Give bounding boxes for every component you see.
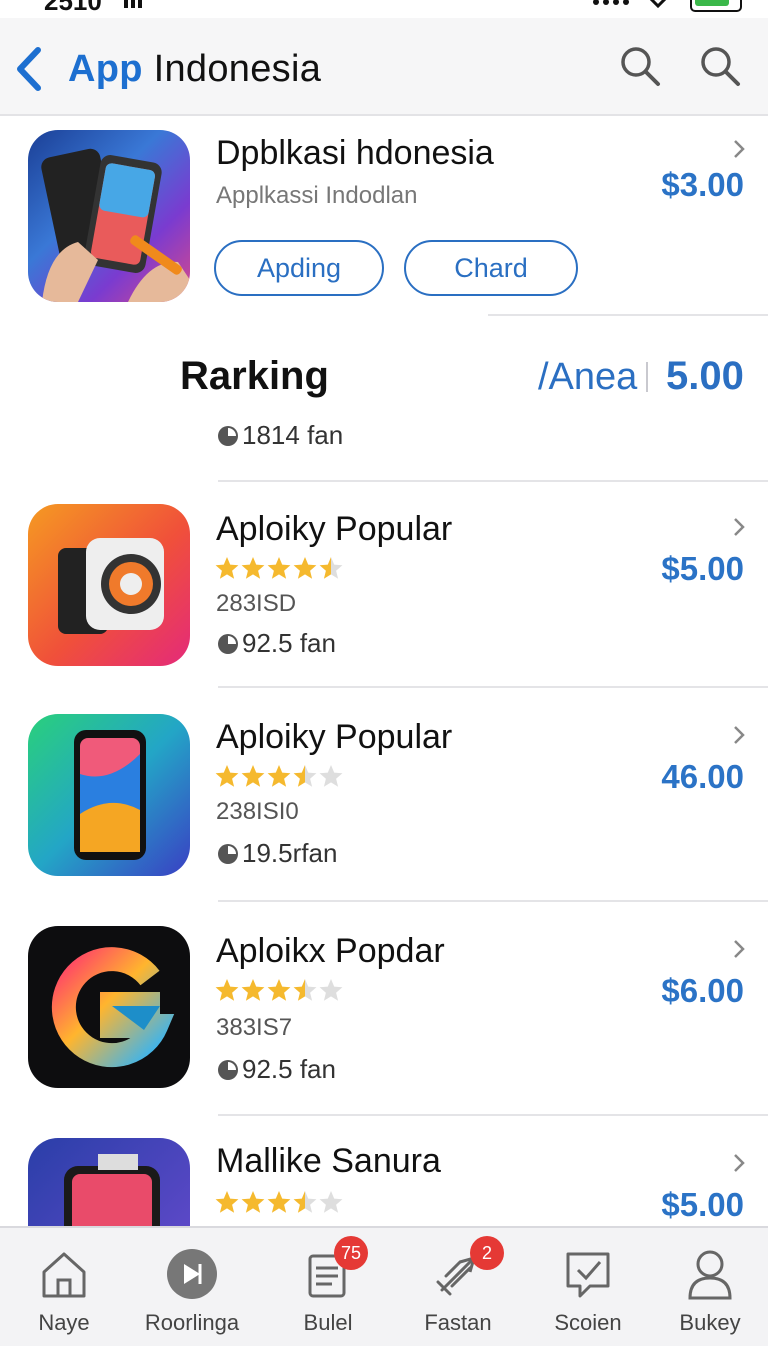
tab-bukey[interactable]: Bukey [646,1228,768,1346]
app-fans-text: 19.5rfan [242,838,338,868]
star-icon [319,979,343,1001]
ranking-area-link[interactable]: /Anea [538,356,637,399]
tab-label: Bukey [679,1310,741,1335]
chevron-right-icon [734,518,745,536]
star-icon [241,979,265,1001]
bottom-tab-bar: Naye Roorlinga 75 Bulel 2 Fastan Scoien … [0,1226,768,1346]
star-rating [215,1191,343,1213]
app-icon-g-logo [28,926,190,1088]
fan-icon [218,1059,238,1080]
featured-button-apding[interactable]: Apding [214,240,384,296]
ranking-score: 5.00 [666,354,744,398]
app-price[interactable]: $5.00 [661,1186,744,1224]
app-icon-phone-blue [28,1138,190,1226]
chevron-right-icon [734,940,745,958]
chat-check-icon [566,1252,610,1298]
star-icon [319,557,343,579]
star-icon [215,557,239,579]
tab-bulel[interactable]: 75 Bulel [264,1228,392,1346]
app-list-item[interactable]: Aploiky Popular 283ISD 92.5 fan $5.00 [0,484,768,688]
app-list-item[interactable]: Aploiky Popular 238ISI0 19.5rfan 46.00 [0,690,768,902]
featured-price[interactable]: $3.00 [661,166,744,204]
ranking-separator [646,362,648,392]
app-price[interactable]: 46.00 [661,758,744,796]
ranking-title: Rarking [180,354,329,398]
chevron-right-icon [734,1154,745,1172]
star-icon [241,557,265,579]
chevron-right-icon [734,140,745,158]
notification-badge: 2 [470,1236,504,1270]
divider [218,900,768,902]
star-icon [215,765,239,787]
featured-button-chard[interactable]: Chard [404,240,578,296]
divider [218,1114,768,1116]
divider [218,480,768,482]
star-icon [267,765,291,787]
app-fans: 92.5 fan [216,1054,336,1085]
tab-label: Bulel [303,1310,353,1335]
tab-naye[interactable]: Naye [0,1228,128,1346]
featured-app-row[interactable]: Dpblkasi hdonesia Applkassi Indodlan $3.… [0,0,768,320]
star-icon [319,1191,343,1213]
home-icon [42,1252,86,1298]
star-icon [267,1191,291,1213]
tab-label: Naye [38,1310,90,1335]
star-icon [293,765,317,787]
star-icon [241,1191,265,1213]
star-rating [215,765,343,787]
tab-scoien[interactable]: Scoien [524,1228,652,1346]
star-rating [215,979,343,1001]
tab-label: Scoien [554,1310,622,1335]
app-price[interactable]: $6.00 [661,972,744,1010]
star-icon [215,979,239,1001]
divider [218,686,768,688]
tab-label: Roorlinga [144,1310,240,1335]
star-icon [319,765,343,787]
star-icon [293,1191,317,1213]
star-icon [241,765,265,787]
tab-roorlinga[interactable]: Roorlinga [128,1228,256,1346]
app-icon-camera [28,504,190,666]
chevron-right-icon [734,726,745,744]
app-icon-phone [28,714,190,876]
app-title: Aploikx Popdar [216,932,445,970]
tab-fastan[interactable]: 2 Fastan [394,1228,522,1346]
app-meta: 383IS7 [216,1014,293,1041]
fan-icon [218,633,238,654]
app-meta: 238ISI0 [216,798,299,825]
featured-app-subtitle: Applkassi Indodlan [216,182,418,209]
star-rating [215,557,343,579]
app-list-item[interactable]: Mallike Sanura $5.00 [0,1118,768,1226]
app-fans-text: 92.5 fan [242,1054,336,1084]
fan-icon [218,843,238,864]
app-title: Aploiky Popular [216,510,453,548]
star-icon [293,979,317,1001]
app-fans: 92.5 fan [216,628,336,659]
app-title: Aploiky Popular [216,718,453,756]
app-fans: 19.5rfan [216,838,337,869]
ranking-section: Rarking /Anea 5.00 1814 fan [0,320,768,480]
app-meta: 283ISD [216,590,297,617]
app-price[interactable]: $5.00 [661,550,744,588]
star-icon [293,557,317,579]
fan-icon [218,425,238,446]
app-title: Mallike Sanura [216,1142,441,1180]
featured-app-title: Dpblkasi hdonesia [216,134,494,172]
star-icon [267,979,291,1001]
tab-label: Fastan [424,1310,492,1335]
notification-badge: 75 [334,1236,368,1270]
app-list-item[interactable]: Aploikx Popdar 383IS7 92.5 fan $6.00 [0,904,768,1116]
divider [488,314,768,316]
play-circle-icon [167,1249,217,1299]
featured-app-icon [28,130,190,302]
star-icon [267,557,291,579]
star-icon [215,1191,239,1213]
ranking-fans: 1814 fan [216,420,343,451]
app-fans-text: 92.5 fan [242,628,336,658]
ranking-fans-text: 1814 fan [242,420,344,450]
person-icon [688,1250,732,1300]
